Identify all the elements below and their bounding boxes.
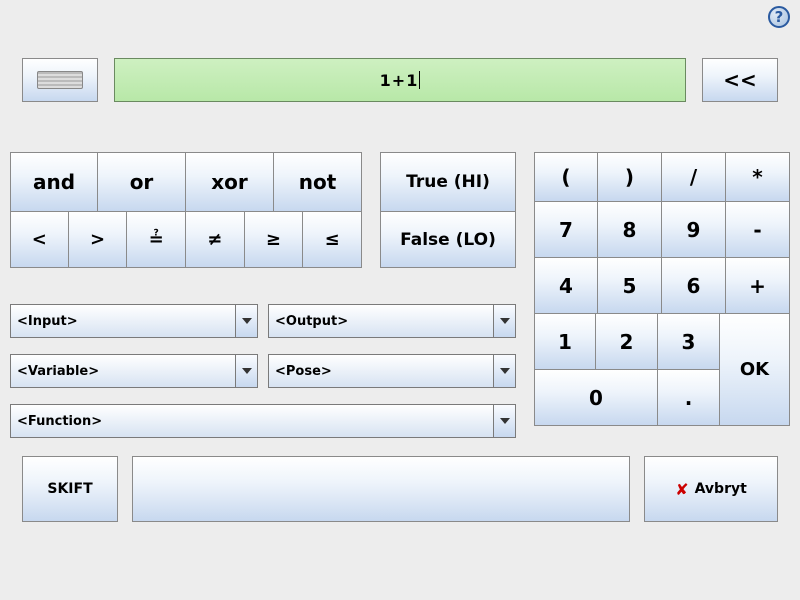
spacebar-button[interactable] (132, 456, 630, 522)
multiply-button[interactable]: * (726, 152, 790, 202)
key-5-button[interactable]: 5 (598, 258, 662, 314)
chevron-down-icon (493, 405, 515, 437)
text-cursor (419, 71, 420, 89)
true-button[interactable]: True (HI) (380, 152, 516, 212)
key-9-button[interactable]: 9 (662, 202, 726, 258)
less-equal-button[interactable]: ≤ (303, 212, 362, 268)
variable-dropdown[interactable]: <Variable> (10, 354, 258, 388)
lparen-button[interactable]: ( (534, 152, 598, 202)
key-3-button[interactable]: 3 (658, 314, 720, 370)
output-dropdown[interactable]: <Output> (268, 304, 516, 338)
key-6-button[interactable]: 6 (662, 258, 726, 314)
xor-button[interactable]: xor (186, 152, 274, 212)
equals-question-button[interactable]: ≟ (127, 212, 186, 268)
key-8-button[interactable]: 8 (598, 202, 662, 258)
comparison-operators-row: < > ≟ ≠ ≥ ≤ (10, 212, 362, 268)
input-dropdown[interactable]: <Input> (10, 304, 258, 338)
decimal-button[interactable]: . (658, 370, 720, 426)
minus-button[interactable]: - (726, 202, 790, 258)
chevron-down-icon (235, 305, 257, 337)
output-dropdown-label: <Output> (269, 314, 493, 329)
expression-input[interactable]: 1+1 (114, 58, 686, 102)
backspace-button[interactable]: << (702, 58, 778, 102)
not-equal-button[interactable]: ≠ (186, 212, 245, 268)
less-than-button[interactable]: < (10, 212, 69, 268)
key-4-button[interactable]: 4 (534, 258, 598, 314)
and-button[interactable]: and (10, 152, 98, 212)
chevron-down-icon (493, 355, 515, 387)
expression-text: 1+1 (380, 71, 419, 90)
not-button[interactable]: not (274, 152, 362, 212)
key-0-button[interactable]: 0 (534, 370, 658, 426)
key-2-button[interactable]: 2 (596, 314, 658, 370)
keyboard-icon (37, 71, 83, 89)
pose-dropdown[interactable]: <Pose> (268, 354, 516, 388)
help-icon[interactable]: ? (768, 6, 790, 28)
input-dropdown-label: <Input> (11, 314, 235, 329)
greater-than-button[interactable]: > (69, 212, 128, 268)
function-dropdown[interactable]: <Function> (10, 404, 516, 438)
variable-dropdown-label: <Variable> (11, 364, 235, 379)
pose-dropdown-label: <Pose> (269, 364, 493, 379)
shift-button[interactable]: SKIFT (22, 456, 118, 522)
false-button[interactable]: False (LO) (380, 212, 516, 268)
key-7-button[interactable]: 7 (534, 202, 598, 258)
boolean-column: True (HI) False (LO) (380, 152, 516, 268)
numeric-keypad: ( ) / * 7 8 9 - 4 5 6 + 1 2 3 0 . OK (534, 152, 790, 426)
chevron-down-icon (235, 355, 257, 387)
cancel-x-icon: ✘ (675, 480, 688, 499)
greater-equal-button[interactable]: ≥ (245, 212, 304, 268)
cancel-button[interactable]: ✘ Avbryt (644, 456, 778, 522)
plus-button[interactable]: + (726, 258, 790, 314)
key-1-button[interactable]: 1 (534, 314, 596, 370)
cancel-label: Avbryt (695, 481, 747, 497)
or-button[interactable]: or (98, 152, 186, 212)
divide-button[interactable]: / (662, 152, 726, 202)
logic-operators-row: and or xor not (10, 152, 362, 212)
chevron-down-icon (493, 305, 515, 337)
ok-button[interactable]: OK (720, 314, 790, 426)
rparen-button[interactable]: ) (598, 152, 662, 202)
keyboard-toggle-button[interactable] (22, 58, 98, 102)
function-dropdown-label: <Function> (11, 414, 493, 429)
